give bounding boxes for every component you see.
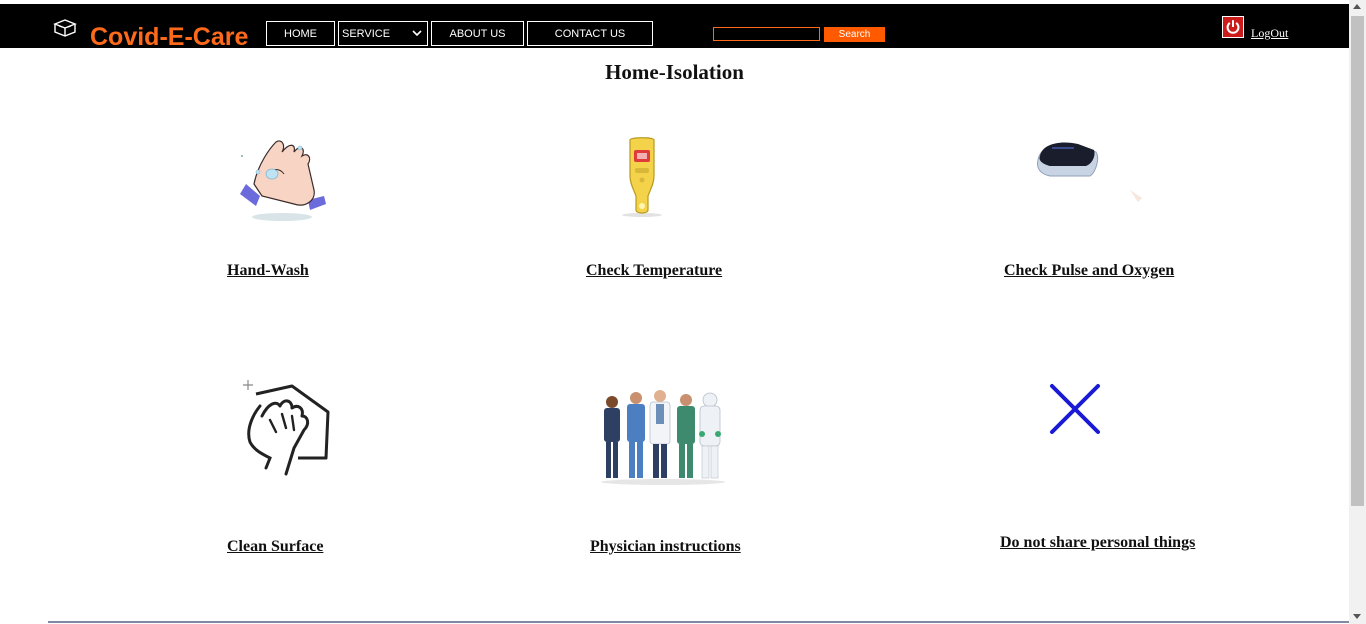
wipe-surface-icon[interactable] xyxy=(240,376,332,478)
service-select-label: SERVICE xyxy=(342,27,391,40)
check-pulse-oxygen-link[interactable]: Check Pulse and Oxygen xyxy=(1004,262,1174,280)
nav-about-button[interactable]: ABOUT US xyxy=(431,21,524,46)
scroll-thumb[interactable] xyxy=(1351,16,1364,506)
hand-wash-link[interactable]: Hand-Wash xyxy=(227,262,309,280)
power-icon[interactable] xyxy=(1222,16,1244,38)
nav-home-button[interactable]: HOME xyxy=(266,21,335,46)
page-title: Home-Isolation xyxy=(605,60,744,84)
clean-surface-link[interactable]: Clean Surface xyxy=(227,538,323,556)
hand-wash-icon[interactable] xyxy=(236,134,328,224)
logout-link[interactable]: LogOut xyxy=(1251,26,1288,41)
pulse-oximeter-icon[interactable] xyxy=(1030,138,1150,208)
physician-instructions-link[interactable]: Physician instructions xyxy=(590,538,741,556)
chevron-down-icon xyxy=(412,30,422,37)
thermometer-icon[interactable] xyxy=(620,136,666,220)
physicians-icon[interactable] xyxy=(598,386,728,486)
nav-contact-button[interactable]: CONTACT US xyxy=(527,21,653,46)
search-button[interactable]: Search xyxy=(824,27,885,42)
do-not-share-link[interactable]: Do not share personal things xyxy=(1000,534,1195,552)
navbar: Covid-E-Care HOME SERVICE ABOUT US CONTA… xyxy=(0,4,1349,50)
logo-icon xyxy=(53,19,77,37)
bottom-divider xyxy=(48,621,1349,623)
search-input[interactable] xyxy=(713,27,820,41)
check-temperature-link[interactable]: Check Temperature xyxy=(586,262,722,280)
vertical-scrollbar[interactable] xyxy=(1349,0,1366,624)
cross-icon[interactable] xyxy=(1048,382,1102,436)
scroll-up-arrow-icon[interactable] xyxy=(1353,4,1361,9)
brand-name[interactable]: Covid-E-Care xyxy=(90,24,248,50)
scroll-down-arrow-icon[interactable] xyxy=(1353,614,1361,619)
service-select[interactable]: SERVICE xyxy=(338,21,428,46)
